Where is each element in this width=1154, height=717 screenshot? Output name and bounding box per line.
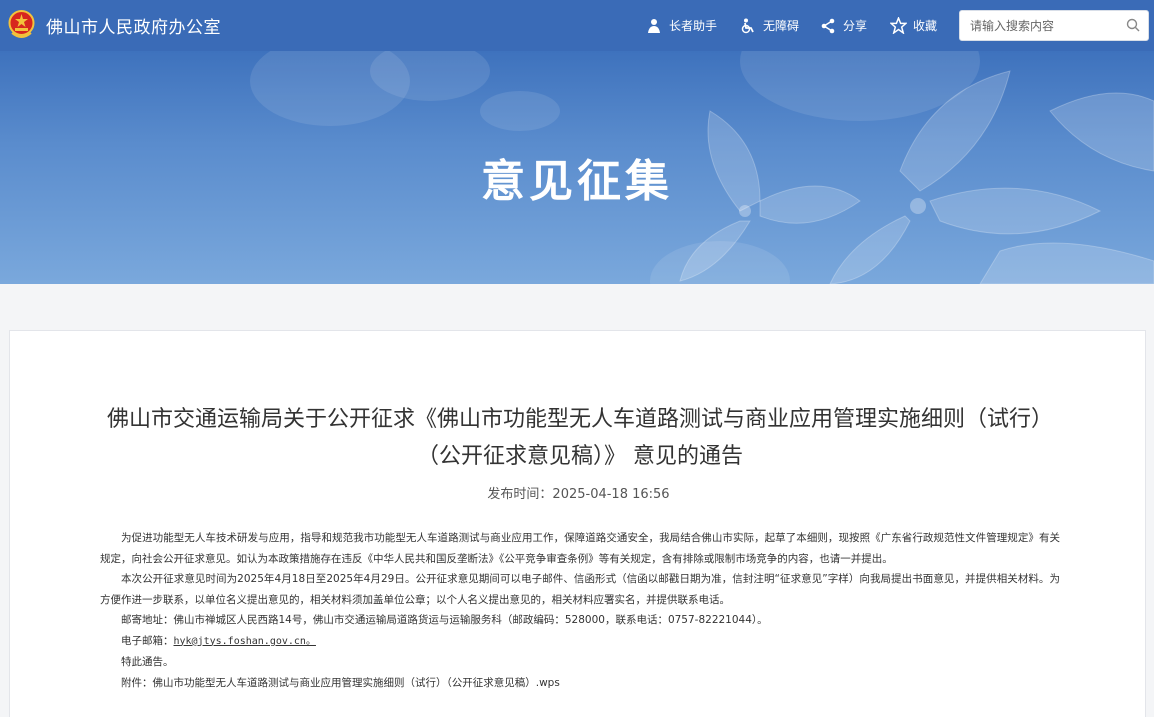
site-title[interactable]: 佛山市人民政府办公室 [46, 13, 221, 38]
article-title: 佛山市交通运输局关于公开征求《佛山市功能型无人车道路测试与商业应用管理实施细则（… [106, 407, 1053, 469]
share-icon [819, 17, 837, 35]
email-line: 电子邮箱：hyk@jtys.foshan.gov.cn。 [100, 631, 1060, 653]
banner: 意见征集 [0, 51, 1154, 284]
elder-helper-button[interactable]: 长者助手 [645, 0, 717, 51]
paragraph-period: 本次公开征求意见时间为2025年4月18日至2025年4月29日。公开征求意见期… [100, 573, 1060, 606]
email-link[interactable]: hyk@jtys.foshan.gov.cn。 [174, 636, 316, 647]
mailing-address: 邮寄地址：佛山市禅城区人民西路14号，佛山市交通运输局道路货运与运输服务科（邮政… [121, 614, 768, 626]
national-emblem-icon [8, 10, 35, 38]
share-label: 分享 [843, 19, 868, 33]
article-card: 佛山市交通运输局关于公开征求《佛山市功能型无人车道路测试与商业应用管理实施细则（… [9, 330, 1146, 717]
top-bar: 佛山市人民政府办公室 长者助手 无障碍 分享 收藏 [0, 0, 1154, 51]
search-icon[interactable] [1126, 18, 1140, 32]
elder-helper-label: 长者助手 [669, 19, 718, 33]
accessibility-label: 无障碍 [763, 19, 800, 33]
attachment-link[interactable]: 附件：佛山市功能型无人车道路测试与商业应用管理实施细则（试行）（公开征求意见稿）… [100, 673, 1060, 694]
star-icon [889, 17, 907, 35]
paragraph-intro: 为促进功能型无人车技术研发与应用，指导和规范我市功能型无人车道路测试与商业应用工… [100, 532, 1060, 565]
article-body: 为促进功能型无人车技术研发与应用，指导和规范我市功能型无人车道路测试与商业应用工… [100, 528, 1060, 693]
wheelchair-icon [739, 17, 757, 35]
banner-title: 意见征集 [481, 156, 673, 207]
email-label: 电子邮箱： [121, 634, 174, 647]
closing-text: 特此通告。 [121, 656, 174, 668]
elder-helper-icon [645, 17, 663, 35]
search-box [959, 10, 1149, 41]
share-button[interactable]: 分享 [819, 0, 867, 51]
publish-time: 发布时间：2025-04-18 16:56 [487, 487, 670, 502]
accessibility-button[interactable]: 无障碍 [739, 0, 799, 51]
favorite-button[interactable]: 收藏 [889, 0, 937, 51]
favorite-label: 收藏 [913, 19, 938, 33]
search-input[interactable] [960, 11, 1120, 40]
